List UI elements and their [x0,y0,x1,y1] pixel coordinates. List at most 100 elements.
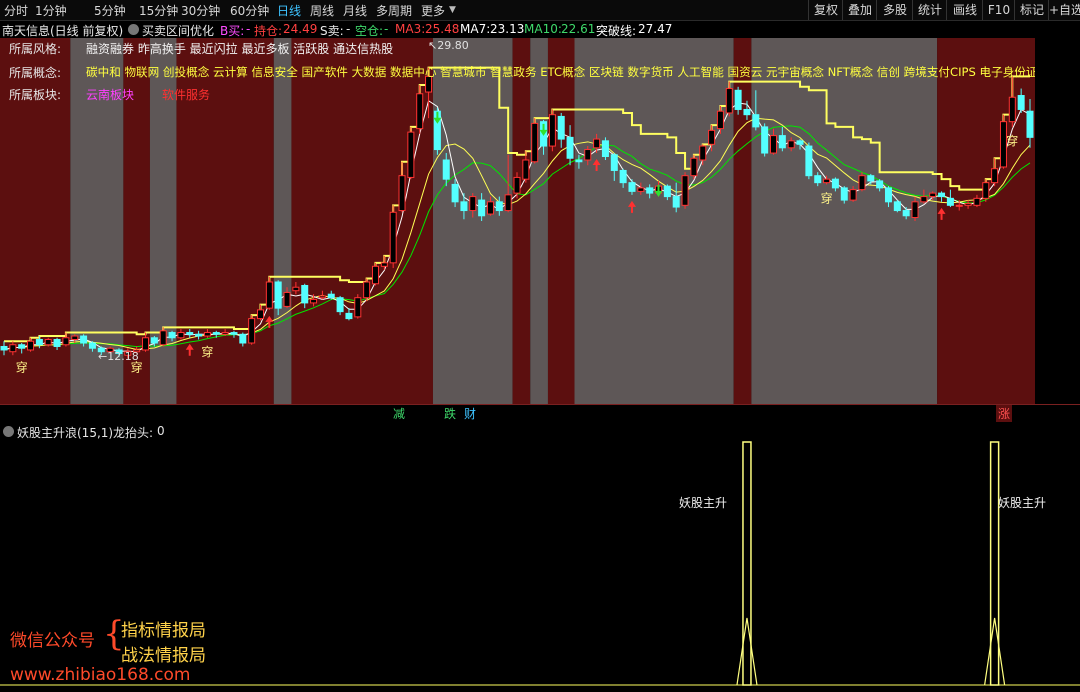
empty-value: - [384,22,389,36]
candle-body [637,187,645,192]
candle-body [557,115,565,140]
add-watchlist-button[interactable]: +自选 [1048,0,1080,20]
event-marker-fall[interactable]: 跌 [444,405,456,422]
tab-daily[interactable]: 日线 [277,2,301,19]
b-buy-value: - [246,22,251,36]
candle-body [265,281,273,309]
candle-body [195,333,203,337]
zone-empty [273,38,292,404]
event-marker-finance[interactable]: 财 [464,405,476,422]
candle-body [168,332,176,339]
concept-tags: 碳中和 物联网 创投概念 云计算 信息安全 国产软件 大数据 数据中心 智慧城市… [86,65,1035,79]
candle-body [478,199,486,217]
restore-rights-button[interactable]: 复权 [808,0,843,20]
concept-label: 所属概念: [9,66,62,80]
s-sell-label: S卖: [320,24,344,38]
candle-body [884,187,892,203]
f10-button[interactable]: F10 [982,0,1015,20]
candle-body [681,175,689,206]
candle-body [805,145,813,177]
sub-indicator-param-label: 龙抬头: [113,426,154,440]
signal-chuan-text: 穿 [1006,133,1018,148]
candle-body [44,339,52,346]
tab-multi-period[interactable]: 多周期 [376,2,412,19]
multi-stock-button[interactable]: 多股 [876,0,913,20]
candle-body [929,192,937,198]
candle-body [672,196,680,208]
signal-bar [742,441,752,686]
draw-line-button[interactable]: 画线 [946,0,983,20]
tab-1min[interactable]: 1分钟 [35,2,67,19]
watermark-line2: 战法情报局 [121,646,206,666]
high-price-value: 29.80 [437,39,469,52]
event-marker-rise[interactable]: 涨 [996,405,1013,422]
ma3-label: MA3: [395,22,426,36]
candle-body [186,332,194,335]
low-price-value: 12.18 [107,350,139,363]
candle-body [893,201,901,212]
candle-body [690,157,698,177]
candle-body [796,140,804,145]
chevron-down-icon[interactable]: ▼ [449,5,456,15]
candle-body [858,175,866,191]
indicator-name[interactable]: 买卖区间优化 [142,22,214,39]
candle-body [62,337,70,346]
tab-weekly[interactable]: 周线 [310,2,334,19]
candle-body [522,159,530,180]
sub-indicator-menu-icon[interactable] [3,426,14,437]
candle-body [619,169,627,184]
watermark-account: 微信公众号 [10,631,95,651]
indicator-menu-icon[interactable] [128,24,139,35]
overlay-button[interactable]: 叠加 [842,0,877,20]
signal-bar [989,441,1000,686]
tab-60min[interactable]: 60分钟 [230,2,269,19]
candle-body [407,131,415,178]
candle-body [991,168,999,184]
tab-monthly[interactable]: 月线 [343,2,367,19]
event-marker-reduce[interactable]: 减 [393,405,405,422]
candle-body [248,318,256,344]
candle-body [513,176,521,194]
low-price-label: ←12.18 [98,350,139,363]
tab-fenshi[interactable]: 分时 [4,2,28,19]
sub-indicator-panel[interactable]: 妖股主升浪(15,1) 龙抬头: 0 妖股主升 妖股主升 微信公众号 { 指标情… [0,422,1080,692]
tab-more[interactable]: 更多 [421,2,445,19]
candle-body [257,309,264,320]
candle-body [292,286,300,292]
candle-body [787,140,795,149]
tab-5min[interactable]: 5分钟 [94,2,126,19]
candle-body [725,88,733,114]
candle-body [778,135,786,149]
candlestick-chart[interactable]: 穿穿穿穿穿 [0,38,1035,404]
breakout-value: 27.47 [638,22,673,36]
candle-body [920,196,928,203]
watermark-url: www.zhibiao168.com [10,665,191,685]
tab-30min[interactable]: 30分钟 [181,2,220,19]
candle-body [495,201,503,212]
kline-panel[interactable]: 穿穿穿穿穿 所属风格: 融资融券 昨高换手 最近闪拉 最近多板 活跃股 通达信热… [0,38,1035,404]
watermark-line1: 指标情报局 [121,621,206,641]
statistics-button[interactable]: 统计 [912,0,947,20]
candle-body [601,140,609,158]
candle-body [867,175,875,182]
candle-body [761,126,769,154]
candle-body [35,339,43,346]
candle-body [814,175,822,184]
signal-triangle [984,617,1006,686]
tab-15min[interactable]: 15分钟 [139,2,178,19]
candle-body [646,187,654,194]
candle-body [708,129,716,145]
s-sell-value: - [346,22,351,36]
candle-body [274,281,282,309]
candle-body [911,201,919,219]
candle-body [18,344,26,349]
candle-body [336,297,344,313]
candle-body [584,149,592,161]
mark-button[interactable]: 标记 [1014,0,1049,20]
candle-body [212,332,220,335]
style-tags: 融资融券 昨高换手 最近闪拉 最近多板 活跃股 通达信热股 [86,42,394,56]
ma7-label: MA7: [460,22,491,36]
candle-body [389,211,397,264]
candle-body [1017,95,1025,110]
candle-body [1008,96,1016,123]
